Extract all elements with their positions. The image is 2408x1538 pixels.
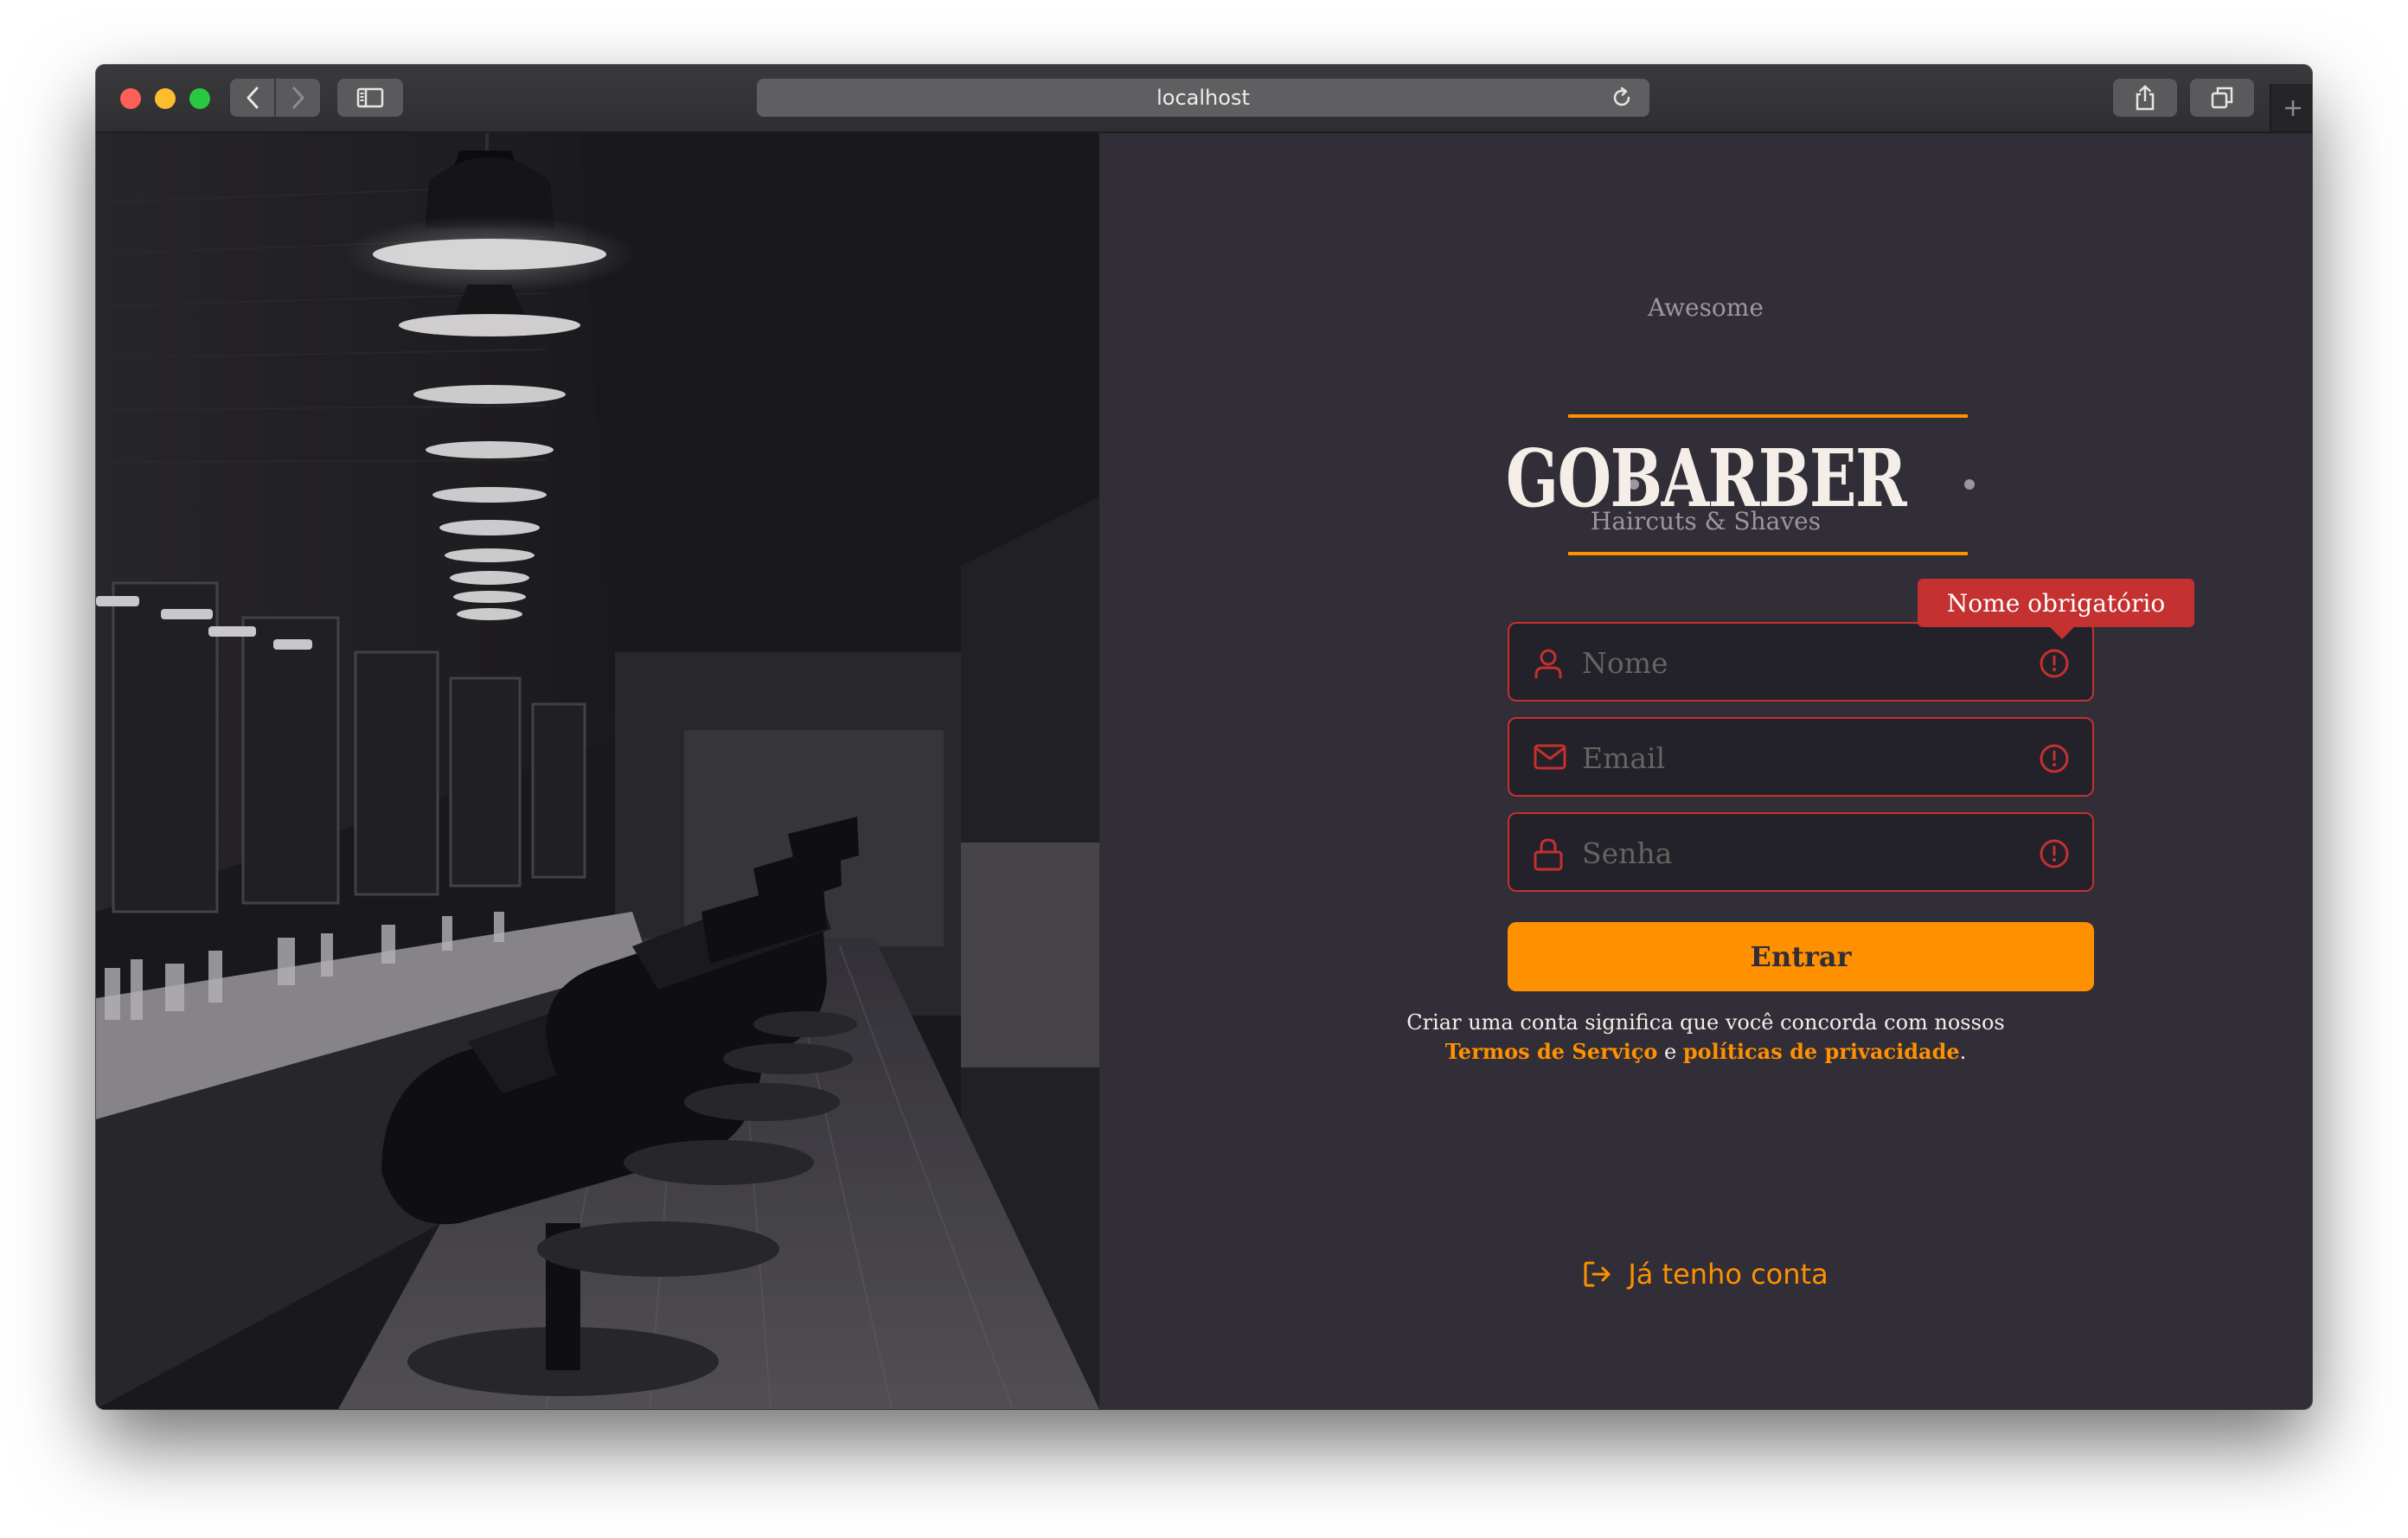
forward-button[interactable]	[274, 79, 320, 117]
logo-dot-right	[1964, 479, 1975, 490]
address-bar[interactable]: localhost	[757, 79, 1649, 117]
logo-tagline-bottom: Haircuts & Shaves	[1590, 507, 1822, 535]
zoom-window-button[interactable]	[189, 88, 210, 109]
alert-circle-icon[interactable]	[2039, 648, 2070, 679]
privacy-policy-link[interactable]: políticas de privacidade	[1683, 1039, 1960, 1064]
password-field[interactable]	[1508, 812, 2094, 892]
already-have-account-link[interactable]: Já tenho conta	[1099, 1258, 2312, 1291]
browser-window: localhost Awesome GOBARBER Haircuts & Sh…	[96, 65, 2312, 1409]
reload-icon[interactable]	[1610, 86, 1634, 110]
log-in-icon	[1584, 1261, 1611, 1287]
minimize-window-button[interactable]	[155, 88, 176, 109]
new-tab-button[interactable]	[2270, 84, 2312, 131]
user-icon	[1534, 649, 1562, 679]
tab-overview-button[interactable]	[2190, 79, 2254, 117]
logo-divider-top	[1568, 414, 1968, 418]
alert-circle-icon[interactable]	[2039, 743, 2070, 774]
page-content: Awesome GOBARBER Haircuts & Shaves Nome …	[96, 133, 2312, 1409]
browser-titlebar: localhost	[96, 65, 2312, 133]
terms-prefix: Criar uma conta significa que você conco…	[1406, 1010, 2005, 1035]
barbershop-background-image	[96, 133, 1099, 1409]
alert-circle-icon[interactable]	[2039, 838, 2070, 869]
name-input[interactable]	[1580, 624, 2033, 702]
chevron-right-icon	[292, 87, 304, 109]
tabs-icon	[2211, 87, 2233, 109]
name-field[interactable]	[1508, 622, 2094, 702]
terms-suffix: .	[1959, 1040, 1967, 1064]
share-icon	[2136, 85, 2155, 111]
sidebar-toggle-button[interactable]	[337, 79, 403, 117]
chevron-left-icon	[247, 87, 258, 109]
logo-tagline-top: Awesome	[1648, 293, 1764, 322]
submit-button[interactable]: Entrar	[1508, 922, 2094, 991]
signup-panel: Awesome GOBARBER Haircuts & Shaves Nome …	[1099, 133, 2312, 1409]
history-nav	[230, 79, 320, 117]
plus-icon	[2284, 99, 2301, 116]
terms-of-service-link[interactable]: Termos de Serviço	[1445, 1039, 1658, 1064]
email-field[interactable]	[1508, 717, 2094, 797]
sidebar-icon	[356, 87, 384, 108]
back-button[interactable]	[230, 79, 274, 117]
terms-joiner: e	[1663, 1040, 1677, 1064]
lock-icon	[1534, 838, 1563, 871]
name-error-text: Nome obrigatório	[1946, 588, 2166, 618]
password-input[interactable]	[1580, 814, 2033, 892]
address-bar-url: localhost	[1156, 86, 1250, 110]
already-have-account-label: Já tenho conta	[1628, 1258, 1828, 1291]
name-error-tooltip: Nome obrigatório	[1918, 579, 2194, 639]
email-input[interactable]	[1580, 719, 2033, 797]
logo-divider-bottom	[1568, 552, 1968, 555]
terms-notice: Criar uma conta significa que você conco…	[1099, 1009, 2312, 1067]
share-button[interactable]	[2113, 79, 2177, 117]
close-window-button[interactable]	[120, 88, 141, 109]
mail-icon	[1534, 744, 1566, 770]
